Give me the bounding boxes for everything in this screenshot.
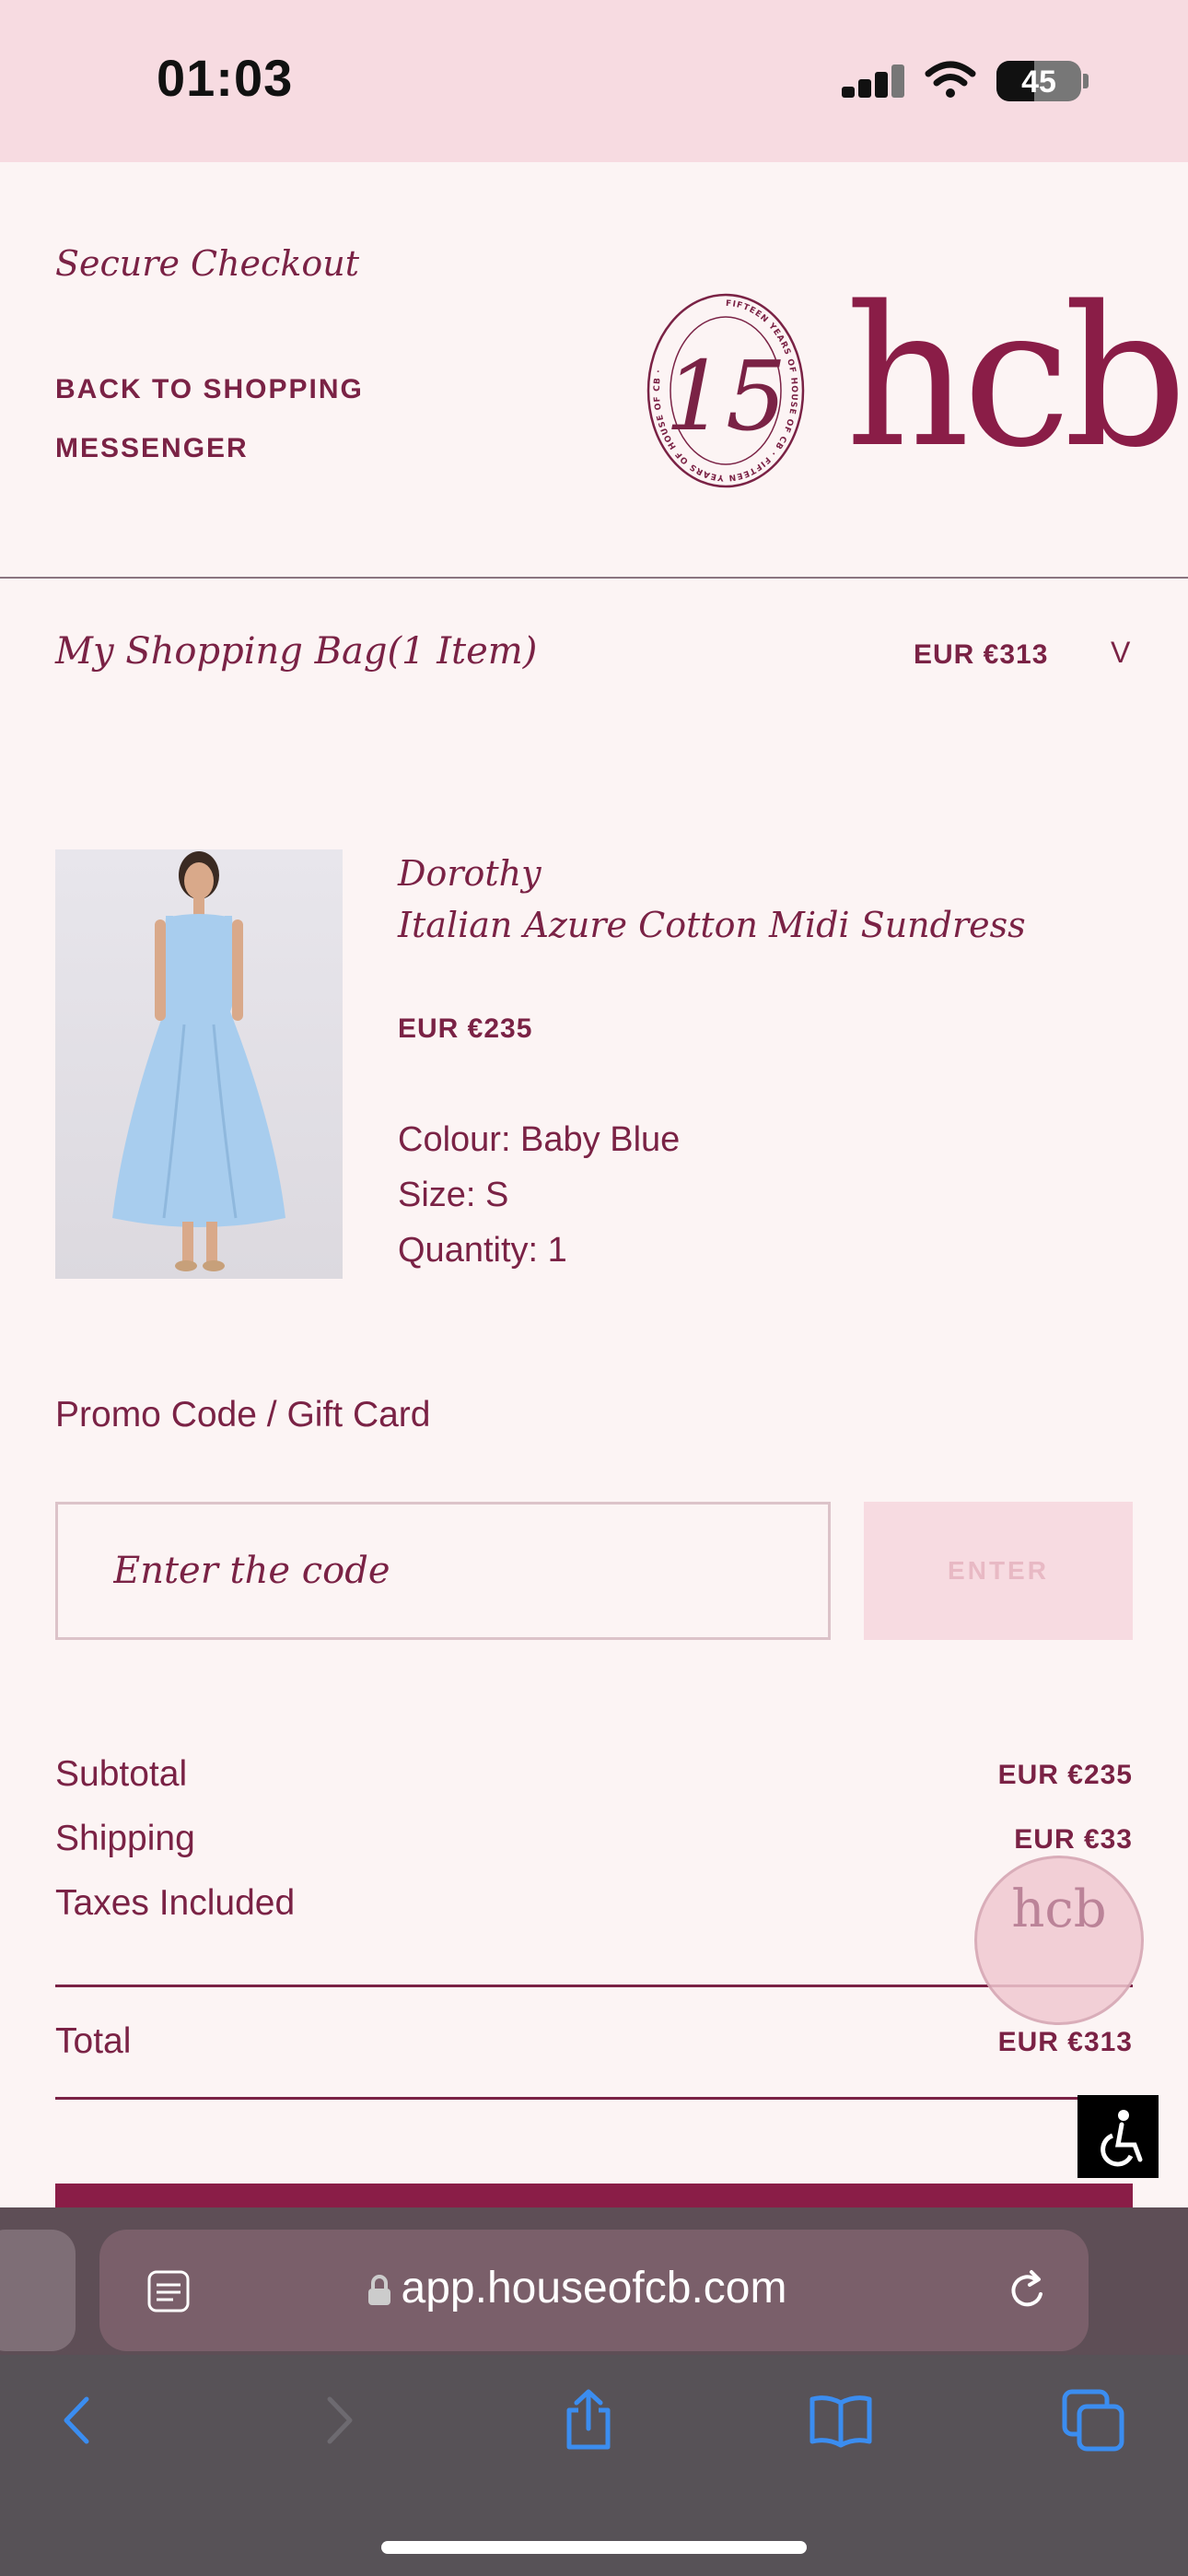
product-quantity: Quantity: 1 (398, 1231, 567, 1270)
shipping-label: Shipping (55, 1819, 195, 1858)
secure-checkout-label: Secure Checkout (55, 243, 359, 284)
bookmarks-icon[interactable] (809, 2388, 873, 2453)
bag-total[interactable]: EUR €313 (914, 639, 1048, 671)
previous-tab-preview[interactable] (0, 2230, 76, 2351)
total-divider (55, 2097, 1077, 2100)
wheelchair-icon (1101, 2110, 1143, 2167)
subtotal-label: Subtotal (55, 1754, 188, 1794)
product-title: Italian Azure Cotton Midi Sundress (398, 905, 1026, 945)
summary-divider (55, 1985, 1133, 1987)
messenger-link[interactable]: MESSENGER (55, 433, 249, 464)
back-to-shopping-link[interactable]: BACK TO SHOPPING (55, 374, 364, 405)
battery-cap (1083, 74, 1089, 88)
dress-model-illustration (112, 851, 285, 1271)
product-price: EUR €235 (398, 1013, 533, 1044)
chat-widget-button[interactable]: hcb (974, 1856, 1144, 2025)
promo-enter-button[interactable]: ENTER (864, 1502, 1133, 1640)
reload-icon[interactable] (1004, 2266, 1052, 2314)
header-divider (0, 577, 1188, 579)
cellular-signal-icon (842, 64, 906, 98)
wifi-icon (925, 61, 976, 98)
product-name[interactable]: Dorothy Italian Azure Cotton Midi Sundre… (398, 848, 1026, 951)
bag-expand-toggle[interactable]: V (1111, 636, 1130, 670)
shipping-value: EUR €33 (1014, 1824, 1133, 1855)
fifteen-years-badge-logo: FIFTEEN YEARS OF HOUSE OF CB · FIFTEEN Y… (646, 293, 805, 488)
promo-code-label: Promo Code / Gift Card (55, 1395, 431, 1434)
url-text: app.houseofcb.com (401, 2264, 787, 2313)
battery-icon: 45 (996, 61, 1081, 101)
accessibility-button[interactable] (1077, 2095, 1159, 2178)
total-value: EUR €313 (997, 2027, 1133, 2057)
battery-level-text: 45 (1021, 64, 1056, 100)
address-bar[interactable]: app.houseofcb.com (99, 2230, 1089, 2351)
promo-code-input[interactable] (55, 1502, 831, 1640)
status-time: 01:03 (157, 49, 294, 107)
forward-icon[interactable] (306, 2388, 370, 2453)
product-image[interactable] (55, 849, 343, 1279)
brand-logo[interactable]: hcb (845, 276, 1187, 479)
chat-widget-logo: hcb (1011, 1879, 1107, 1939)
product-size: Size: S (398, 1176, 509, 1214)
taxes-label: Taxes Included (55, 1883, 296, 1923)
product-colour: Colour: Baby Blue (398, 1120, 681, 1159)
subtotal-value: EUR €235 (997, 1760, 1133, 1790)
shopping-bag-title[interactable]: My Shopping Bag(1 Item) (55, 630, 537, 673)
total-label: Total (55, 2021, 132, 2061)
tabs-icon[interactable] (1061, 2388, 1125, 2453)
back-icon[interactable] (46, 2388, 111, 2453)
product-collection-name: Dorothy (398, 853, 542, 894)
share-icon[interactable] (556, 2388, 621, 2453)
badge-number: 15 (665, 340, 786, 452)
home-indicator (381, 2541, 807, 2554)
